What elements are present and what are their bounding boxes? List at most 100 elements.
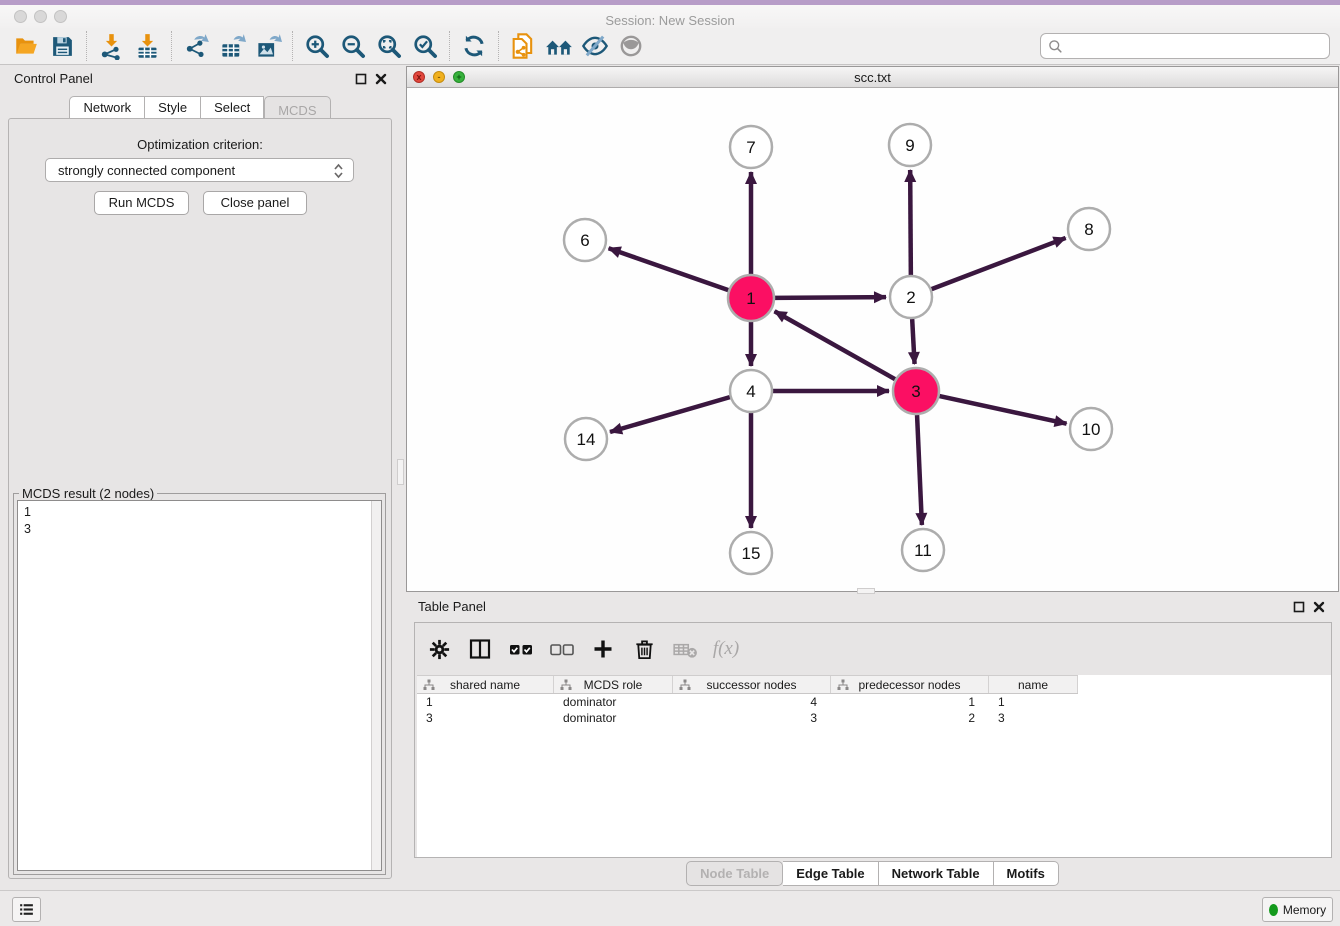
node-10[interactable]: 10: [1070, 408, 1112, 450]
edge-2-9[interactable]: [910, 170, 911, 275]
memory-button[interactable]: Memory: [1262, 897, 1333, 922]
column-header-shared-name[interactable]: shared name: [417, 676, 554, 693]
delete-table-button[interactable]: [671, 635, 699, 663]
add-column-button[interactable]: [589, 635, 617, 663]
cell-MCDS-role[interactable]: dominator: [554, 711, 673, 725]
result-item[interactable]: 3: [24, 521, 375, 538]
delete-columns-button[interactable]: [630, 635, 658, 663]
network-window-titlebar[interactable]: x - + scc.txt: [407, 67, 1338, 88]
zoom-selected-button[interactable]: [410, 31, 440, 61]
save-floppy-icon: [50, 34, 75, 59]
column-header-predecessor-nodes[interactable]: predecessor nodes: [831, 676, 989, 693]
cell-successor-nodes[interactable]: 4: [673, 695, 831, 709]
zoom-in-icon: [304, 33, 331, 60]
node-11[interactable]: 11: [902, 529, 944, 571]
hide-selected-button[interactable]: [580, 31, 610, 61]
node-label: 1: [746, 289, 755, 308]
result-scrollbar-track[interactable]: [371, 501, 381, 870]
apply-function-button[interactable]: f(x): [712, 635, 740, 663]
criterion-select[interactable]: strongly connected component: [45, 158, 354, 182]
close-panel-button[interactable]: Close panel: [203, 191, 307, 215]
cell-shared-name[interactable]: 1: [417, 695, 554, 709]
edge-1-6[interactable]: [609, 248, 729, 290]
node-3[interactable]: 3: [893, 368, 939, 414]
cell-name[interactable]: 3: [989, 711, 1078, 725]
cell-predecessor-nodes[interactable]: 2: [831, 711, 989, 725]
mcds-result-list-box[interactable]: 13: [17, 500, 382, 871]
table-panel-tabs: Node TableEdge TableNetwork TableMotifs: [406, 861, 1339, 886]
close-panel-icon[interactable]: [1313, 601, 1325, 613]
node-9[interactable]: 9: [889, 124, 931, 166]
node-8[interactable]: 8: [1068, 208, 1110, 250]
edge-3-1[interactable]: [775, 311, 896, 379]
apply-preferred-layout-button[interactable]: [459, 31, 489, 61]
node-2[interactable]: 2: [890, 276, 932, 318]
node-14[interactable]: 14: [565, 418, 607, 460]
node-label: 9: [905, 136, 914, 155]
edge-2-3[interactable]: [912, 319, 914, 364]
column-header-name[interactable]: name: [989, 676, 1078, 693]
cell-shared-name[interactable]: 3: [417, 711, 554, 725]
first-neighbors-button[interactable]: [544, 31, 574, 61]
import-network-button[interactable]: [96, 31, 126, 61]
node-4[interactable]: 4: [730, 370, 772, 412]
criterion-value: strongly connected component: [58, 163, 235, 178]
cell-name[interactable]: 1: [989, 695, 1078, 709]
show-all-button[interactable]: [616, 31, 646, 61]
cell-successor-nodes[interactable]: 3: [673, 711, 831, 725]
import-table-button[interactable]: [132, 31, 162, 61]
table-settings-button[interactable]: [425, 635, 453, 663]
search-icon: [1048, 39, 1063, 54]
search-field[interactable]: [1040, 33, 1330, 59]
tab-edge-table[interactable]: Edge Table: [783, 861, 878, 886]
close-panel-icon[interactable]: [375, 73, 387, 85]
zoom-fit-button[interactable]: [374, 31, 404, 61]
trash-icon: [633, 638, 656, 661]
node-7[interactable]: 7: [730, 126, 772, 168]
node-label: 15: [742, 544, 761, 563]
edge-4-14[interactable]: [610, 397, 730, 432]
edge-2-8[interactable]: [932, 238, 1066, 289]
tab-motifs[interactable]: Motifs: [994, 861, 1059, 886]
zoom-out-button[interactable]: [338, 31, 368, 61]
table-row[interactable]: 3dominator323: [417, 710, 1331, 726]
node-1[interactable]: 1: [728, 275, 774, 321]
duplicate-network-button[interactable]: [508, 31, 538, 61]
export-image-button[interactable]: [253, 31, 283, 61]
float-panel-icon[interactable]: [355, 73, 367, 85]
cell-MCDS-role[interactable]: dominator: [554, 695, 673, 709]
deselect-all-checkboxes-button[interactable]: [548, 635, 576, 663]
toolbar-separator: [171, 31, 172, 61]
column-header-successor-nodes[interactable]: successor nodes: [673, 676, 831, 693]
open-session-button[interactable]: [11, 31, 41, 61]
select-all-checkboxes-button[interactable]: [507, 635, 535, 663]
zoom-in-button[interactable]: [302, 31, 332, 61]
edge-3-10[interactable]: [939, 396, 1066, 424]
tab-node-table[interactable]: Node Table: [686, 861, 783, 886]
tab-network-table[interactable]: Network Table: [879, 861, 994, 886]
hierarchy-icon: [837, 679, 849, 691]
export-network-button[interactable]: [181, 31, 211, 61]
edge-1-2[interactable]: [775, 297, 886, 298]
node-table[interactable]: shared nameMCDS rolesuccessor nodesprede…: [417, 675, 1331, 857]
cell-predecessor-nodes[interactable]: 1: [831, 695, 989, 709]
edge-3-11[interactable]: [917, 415, 922, 525]
toggle-column-panel-button[interactable]: [466, 635, 494, 663]
node-15[interactable]: 15: [730, 532, 772, 574]
toolbar-separator: [86, 31, 87, 61]
node-table-panel: f(x) shared nameMCDS rolesuccessor nodes…: [414, 622, 1332, 858]
task-history-button[interactable]: [12, 897, 41, 922]
search-input[interactable]: [1068, 39, 1329, 54]
zoom-fit-icon: [376, 33, 403, 60]
table-row[interactable]: 1dominator411: [417, 694, 1331, 710]
run-mcds-button[interactable]: Run MCDS: [94, 191, 189, 215]
network-canvas[interactable]: 7 9 6 8 1 2 4 3 14 10 15 11: [407, 88, 1338, 591]
float-panel-icon[interactable]: [1293, 601, 1305, 613]
vertical-splitter-grip[interactable]: [397, 459, 404, 485]
save-session-button[interactable]: [47, 31, 77, 61]
horizontal-splitter-grip[interactable]: [857, 588, 875, 594]
result-item[interactable]: 1: [24, 504, 375, 521]
node-6[interactable]: 6: [564, 219, 606, 261]
export-table-button[interactable]: [217, 31, 247, 61]
column-header-MCDS-role[interactable]: MCDS role: [554, 676, 673, 693]
